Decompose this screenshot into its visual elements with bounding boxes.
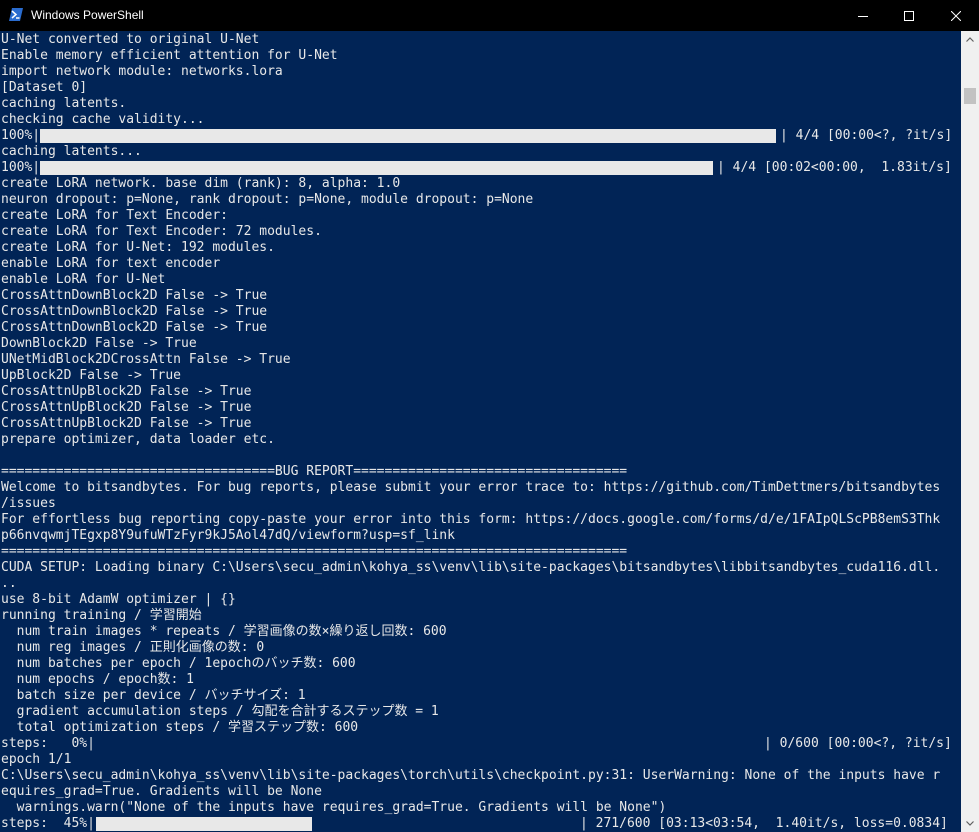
window-title: Windows PowerShell bbox=[31, 8, 144, 22]
progress-bar-fill bbox=[40, 129, 776, 143]
console-line: caching latents. bbox=[1, 96, 127, 111]
console-line: UNetMidBlock2DCrossAttn False -> True bbox=[1, 352, 291, 367]
console-line: running training / 学習開始 bbox=[1, 608, 202, 623]
minimize-icon bbox=[858, 15, 868, 17]
console-line: 100%| bbox=[1, 160, 41, 175]
console-line: .. bbox=[1, 576, 17, 591]
console-line: CrossAttnUpBlock2D False -> True bbox=[1, 384, 252, 399]
console-line: CrossAttnDownBlock2D False -> True bbox=[1, 320, 268, 335]
console-line: steps: 0%| bbox=[1, 736, 95, 751]
powershell-window: Windows PowerShell U-Net converted to or… bbox=[0, 0, 979, 832]
console-line: num epochs / epoch数: 1 bbox=[1, 672, 195, 687]
console-line: num reg images / 正則化画像の数: 0 bbox=[1, 640, 265, 655]
progress-bar-fill bbox=[40, 161, 713, 175]
console-line: import network module: networks.lora bbox=[1, 64, 283, 79]
progress-status: | 4/4 [00:00<?, ?it/s] bbox=[780, 128, 953, 143]
console-line: /issues bbox=[1, 496, 56, 511]
console-output[interactable]: U-Net converted to original U-Net Enable … bbox=[0, 31, 961, 832]
console-line: epoch 1/1 bbox=[1, 752, 72, 767]
console-line: create LoRA for Text Encoder: bbox=[1, 208, 228, 223]
console-line: total optimization steps / 学習ステップ数: 600 bbox=[1, 720, 359, 735]
console-line: p66nvqwmjTEgxp8Y9ufuWTzFyr9kJ5Aol47dQ/vi… bbox=[1, 528, 455, 543]
console-line: num batches per epoch / 1epochのバッチ数: 600 bbox=[1, 656, 356, 671]
minimize-button[interactable] bbox=[840, 0, 886, 31]
console-line: create LoRA for Text Encoder: 72 modules… bbox=[1, 224, 322, 239]
console-line: batch size per device / バッチサイズ: 1 bbox=[1, 688, 306, 703]
console-line: gradient accumulation steps / 勾配を合計するステッ… bbox=[1, 704, 439, 719]
console-line: neuron dropout: p=None, rank dropout: p=… bbox=[1, 192, 534, 207]
console-line: num train images * repeats / 学習画像の数×繰り返し… bbox=[1, 624, 447, 639]
console-line: ===================================BUG R… bbox=[1, 464, 628, 479]
scroll-thumb[interactable] bbox=[964, 88, 976, 104]
console-line: C:\Users\secu_admin\kohya_ss\venv\lib\si… bbox=[1, 768, 941, 783]
progress-status: | 4/4 [00:02<00:00, 1.83it/s] bbox=[717, 160, 952, 175]
console-line: enable LoRA for text encoder bbox=[1, 256, 221, 271]
title-bar[interactable]: Windows PowerShell bbox=[0, 0, 979, 31]
console-line: prepare optimizer, data loader etc. bbox=[1, 432, 275, 447]
console-line: create LoRA network. base dim (rank): 8,… bbox=[1, 176, 401, 191]
console-line: steps: 45%| bbox=[1, 816, 95, 831]
maximize-icon bbox=[904, 10, 914, 21]
console-line: CrossAttnUpBlock2D False -> True bbox=[1, 416, 252, 431]
scroll-down-arrow-icon[interactable] bbox=[961, 815, 979, 832]
console-line: U-Net converted to original U-Net bbox=[1, 32, 260, 47]
console-line: create LoRA for U-Net: 192 modules. bbox=[1, 240, 275, 255]
console-line: DownBlock2D False -> True bbox=[1, 336, 197, 351]
console-line: CrossAttnDownBlock2D False -> True bbox=[1, 304, 268, 319]
console-line: [Dataset 0] bbox=[1, 80, 88, 95]
console-line: warnings.warn("None of the inputs have r… bbox=[1, 800, 667, 815]
console-line: CUDA SETUP: Loading binary C:\Users\secu… bbox=[1, 560, 941, 575]
progress-status: | 0/600 [00:00<?, ?it/s] bbox=[764, 736, 952, 751]
close-icon bbox=[951, 10, 961, 21]
progress-status: | 271/600 [03:13<03:54, 1.40it/s, loss=0… bbox=[580, 816, 948, 831]
console-line: equires_grad=True. Gradients will be Non… bbox=[1, 784, 322, 799]
console-line: checking cache validity... bbox=[1, 112, 205, 127]
console-line: 100%| bbox=[1, 128, 41, 143]
maximize-button[interactable] bbox=[886, 0, 932, 31]
console-line: CrossAttnDownBlock2D False -> True bbox=[1, 288, 268, 303]
vertical-scrollbar[interactable] bbox=[961, 31, 979, 832]
console-line: UpBlock2D False -> True bbox=[1, 368, 182, 383]
console-line: caching latents... bbox=[1, 144, 142, 159]
console-line: CrossAttnUpBlock2D False -> True bbox=[1, 400, 252, 415]
powershell-icon bbox=[9, 8, 23, 21]
scroll-up-arrow-icon[interactable] bbox=[961, 31, 979, 48]
console-line: ========================================… bbox=[1, 544, 628, 559]
console-line: Enable memory efficient attention for U-… bbox=[1, 48, 338, 63]
console-line: For effortless bug reporting copy-paste … bbox=[1, 512, 941, 527]
progress-bar-fill bbox=[96, 817, 312, 831]
console-line: use 8-bit AdamW optimizer | {} bbox=[1, 592, 236, 607]
console-line: enable LoRA for U-Net bbox=[1, 272, 166, 287]
console-line: Welcome to bitsandbytes. For bug reports… bbox=[1, 480, 941, 495]
close-button[interactable] bbox=[933, 0, 979, 31]
